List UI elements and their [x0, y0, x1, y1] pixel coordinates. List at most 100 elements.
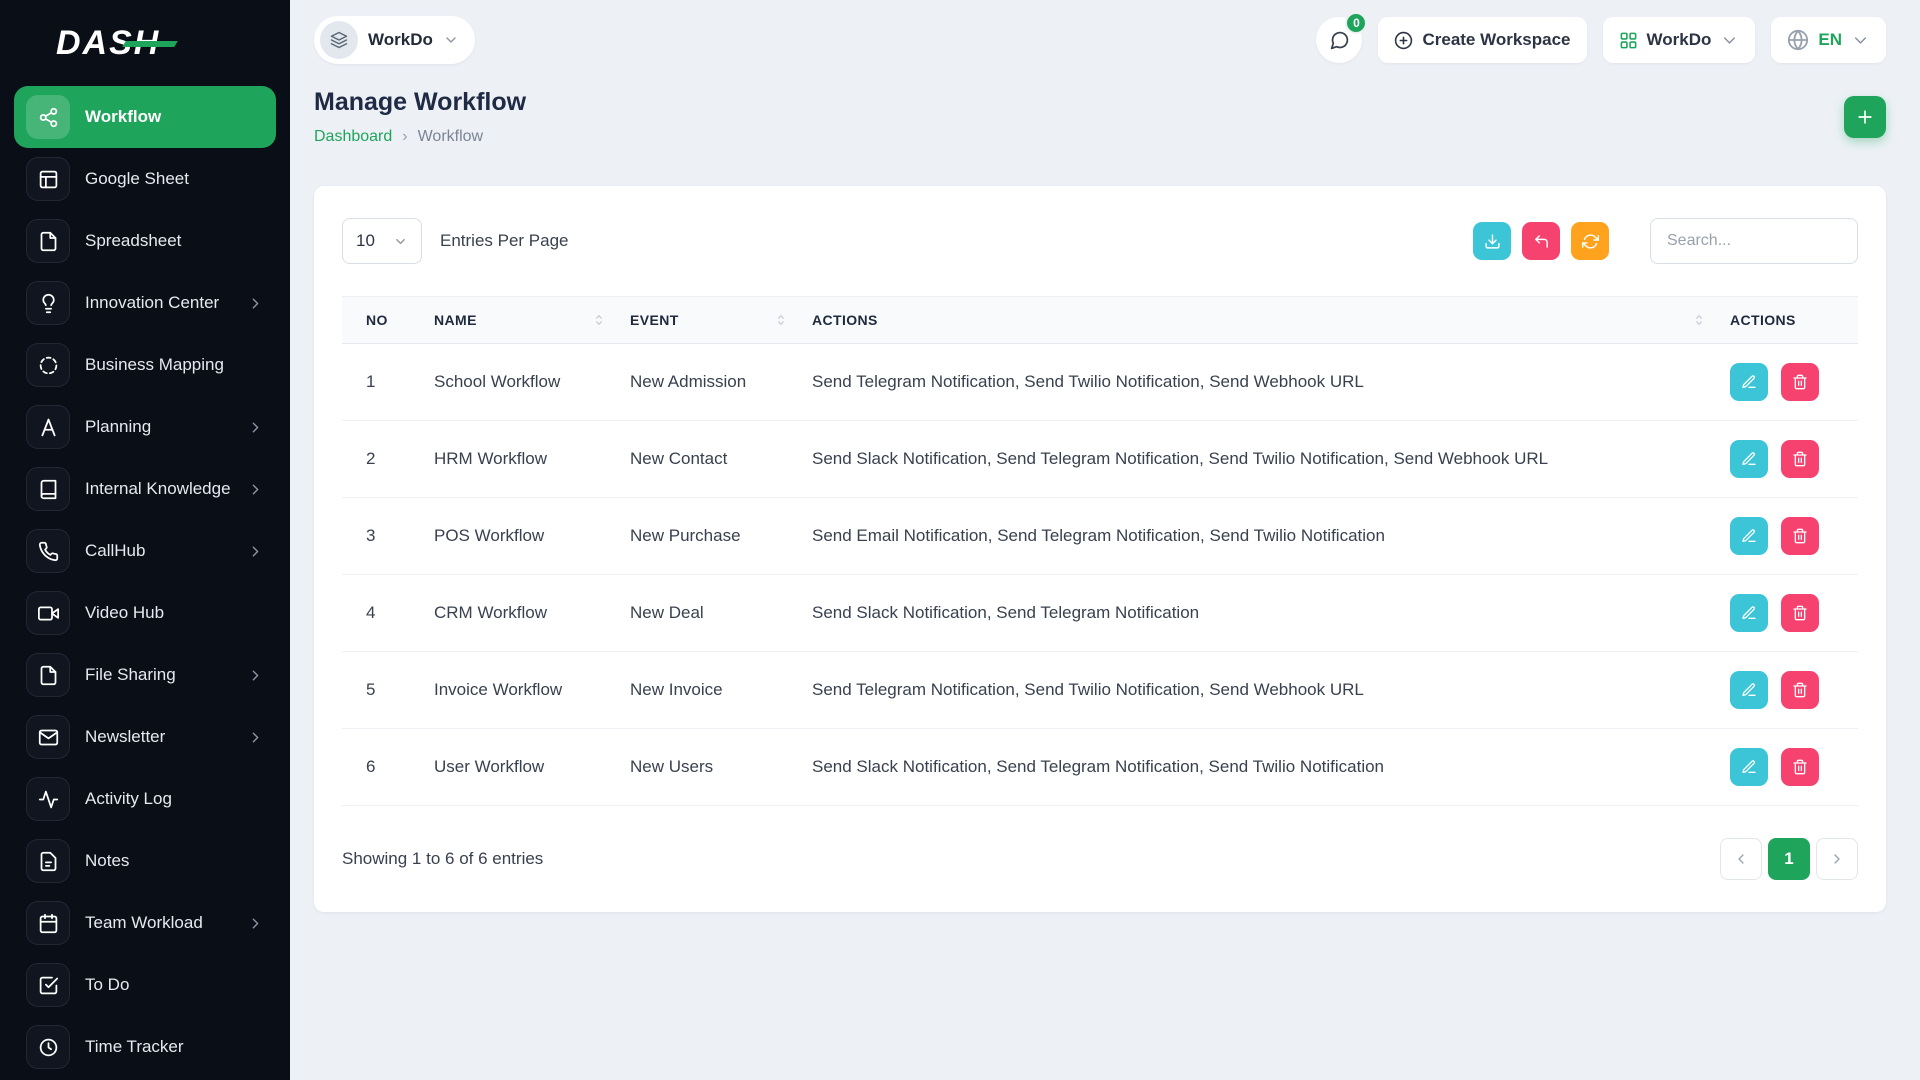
col-header-name[interactable]: NAME [422, 297, 618, 344]
download-icon [1484, 233, 1501, 250]
sidebar-item-spreadsheet[interactable]: Spreadsheet [14, 210, 276, 272]
delete-button[interactable] [1781, 440, 1819, 478]
sidebar: DASH Workflow Google Sheet Spreadsheet I… [0, 0, 290, 1080]
workspace-name: WorkDo [368, 30, 433, 50]
sidebar-item-internal-knowledge[interactable]: Internal Knowledge [14, 458, 276, 520]
refresh-button[interactable] [1571, 222, 1609, 260]
sidebar-item-activity-log[interactable]: Activity Log [14, 768, 276, 830]
search-input[interactable] [1650, 218, 1858, 264]
workspace-selector[interactable]: WorkDo [314, 16, 475, 64]
sidebar-item-team-workload[interactable]: Team Workload [14, 892, 276, 954]
delete-button[interactable] [1781, 517, 1819, 555]
edit-button[interactable] [1730, 363, 1768, 401]
table-toolbar: 10 Entries Per Page [342, 218, 1858, 264]
next-page-button[interactable] [1816, 838, 1858, 880]
sidebar-item-label: Internal Knowledge [85, 479, 231, 499]
chevron-down-icon [1851, 31, 1870, 50]
pagination: 1 [1720, 838, 1858, 880]
sort-icon [592, 313, 606, 327]
chevron-down-icon [393, 234, 408, 249]
sidebar-item-to-do[interactable]: To Do [14, 954, 276, 1016]
edit-button[interactable] [1730, 594, 1768, 632]
time-icon [26, 1025, 70, 1069]
page-1-button[interactable]: 1 [1768, 838, 1810, 880]
spreadsheet-icon [26, 219, 70, 263]
chevron-right-icon [247, 543, 264, 560]
edit-button[interactable] [1730, 671, 1768, 709]
delete-button[interactable] [1781, 671, 1819, 709]
sidebar-item-label: Google Sheet [85, 169, 189, 189]
trash-icon [1792, 451, 1808, 467]
export-button[interactable] [1473, 222, 1511, 260]
col-header-actions[interactable]: ACTIONS [800, 297, 1718, 344]
activity-icon [26, 777, 70, 821]
brand-logo: DASH [14, 0, 276, 86]
sidebar-item-callhub[interactable]: CallHub [14, 520, 276, 582]
entries-per-page-value: 10 [356, 231, 375, 251]
edit-button[interactable] [1730, 440, 1768, 478]
sort-icon [1692, 313, 1706, 327]
app-switcher-label: WorkDo [1647, 30, 1712, 50]
row-event: New Contact [618, 421, 800, 498]
sidebar-item-workflow[interactable]: Workflow [14, 86, 276, 148]
pencil-icon [1741, 605, 1757, 621]
edit-button[interactable] [1730, 748, 1768, 786]
language-button[interactable]: EN [1771, 17, 1886, 63]
delete-button[interactable] [1781, 748, 1819, 786]
sidebar-item-planning[interactable]: Planning [14, 396, 276, 458]
trash-icon [1792, 759, 1808, 775]
sidebar-item-innovation-center[interactable]: Innovation Center [14, 272, 276, 334]
table-row: 4 CRM Workflow New Deal Send Slack Notif… [342, 575, 1858, 652]
sidebar-item-label: Time Tracker [85, 1037, 184, 1057]
prev-page-button[interactable] [1720, 838, 1762, 880]
delete-button[interactable] [1781, 594, 1819, 632]
todo-icon [26, 963, 70, 1007]
refresh-icon [1582, 233, 1599, 250]
sort-icon [774, 313, 788, 327]
table-row: 5 Invoice Workflow New Invoice Send Tele… [342, 652, 1858, 729]
messages-button[interactable]: 0 [1316, 17, 1362, 63]
page-title: Manage Workflow [314, 88, 526, 117]
entries-summary: Showing 1 to 6 of 6 entries [342, 849, 543, 869]
reset-button[interactable] [1522, 222, 1560, 260]
row-name: Invoice Workflow [422, 652, 618, 729]
chevron-right-icon [247, 667, 264, 684]
delete-button[interactable] [1781, 363, 1819, 401]
table-row: 3 POS Workflow New Purchase Send Email N… [342, 498, 1858, 575]
table-row: 6 User Workflow New Users Send Slack Not… [342, 729, 1858, 806]
row-actions-text: Send Email Notification, Send Telegram N… [800, 498, 1718, 575]
create-workspace-button[interactable]: Create Workspace [1378, 17, 1586, 63]
col-header-no: NO [342, 297, 422, 344]
messages-badge: 0 [1345, 12, 1367, 34]
team-workload-icon [26, 901, 70, 945]
entries-per-page-select[interactable]: 10 [342, 218, 422, 264]
sidebar-item-label: CallHub [85, 541, 145, 561]
col-header-event-label: EVENT [630, 312, 679, 328]
sidebar-item-newsletter[interactable]: Newsletter [14, 706, 276, 768]
sidebar-item-business-mapping[interactable]: Business Mapping [14, 334, 276, 396]
row-actions-text: Send Slack Notification, Send Telegram N… [800, 575, 1718, 652]
trash-icon [1792, 605, 1808, 621]
row-actions-text: Send Telegram Notification, Send Twilio … [800, 344, 1718, 421]
app-switcher-button[interactable]: WorkDo [1603, 17, 1756, 63]
plus-circle-icon [1394, 31, 1413, 50]
row-no: 3 [342, 498, 422, 575]
callhub-icon [26, 529, 70, 573]
chevron-right-icon [1829, 851, 1845, 867]
sidebar-item-google-sheet[interactable]: Google Sheet [14, 148, 276, 210]
row-event: New Deal [618, 575, 800, 652]
sidebar-item-time-tracker[interactable]: Time Tracker [14, 1016, 276, 1078]
sidebar-item-label: Planning [85, 417, 151, 437]
row-no: 5 [342, 652, 422, 729]
edit-button[interactable] [1730, 517, 1768, 555]
chat-icon [1329, 30, 1350, 51]
pencil-icon [1741, 682, 1757, 698]
breadcrumb-separator: › [402, 128, 407, 146]
chevron-down-icon [1720, 31, 1739, 50]
sidebar-item-notes[interactable]: Notes [14, 830, 276, 892]
col-header-event[interactable]: EVENT [618, 297, 800, 344]
add-workflow-button[interactable] [1844, 96, 1886, 138]
breadcrumb-dashboard-link[interactable]: Dashboard [314, 128, 392, 146]
sidebar-item-file-sharing[interactable]: File Sharing [14, 644, 276, 706]
sidebar-item-video-hub[interactable]: Video Hub [14, 582, 276, 644]
